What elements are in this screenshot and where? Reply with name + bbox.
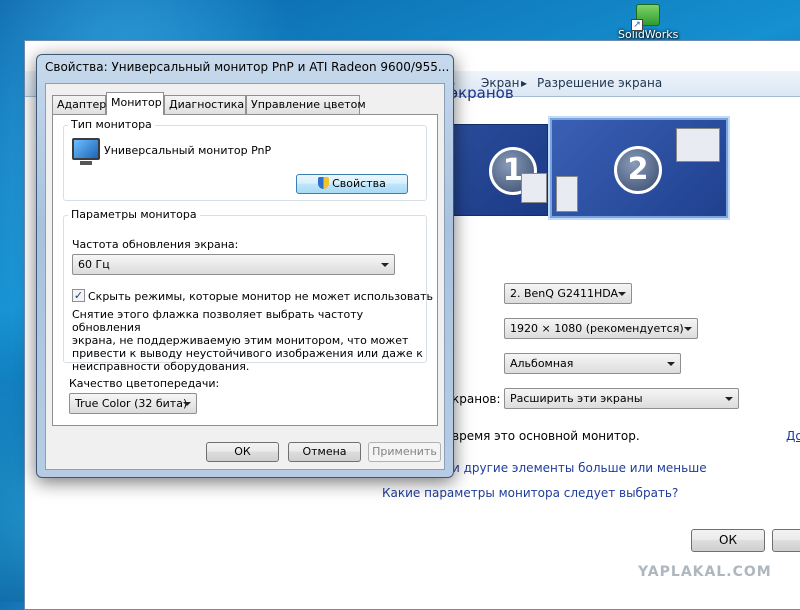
color-quality-label: Качество цветопередачи:: [69, 377, 220, 390]
display-select-value: 2. BenQ G2411HDA: [510, 287, 619, 300]
hide-modes-description: Снятие этого флажка позволяет выбрать ча…: [72, 308, 423, 373]
chevron-down-icon: [684, 327, 692, 331]
uac-shield-icon: [318, 177, 330, 189]
mini-window-icon: [556, 176, 578, 212]
shortcut-arrow-icon: ↗: [631, 19, 643, 31]
dialog-title: Свойства: Универсальный монитор PnP и AT…: [45, 60, 450, 74]
monitor-icon: [72, 138, 100, 165]
hide-modes-checkbox[interactable]: ✓: [72, 289, 85, 302]
cp-ok-button[interactable]: ОК: [691, 529, 765, 552]
monitor-params-group: Параметры монитора Частота обновления эк…: [63, 208, 433, 373]
monitor-2-number: 2: [614, 146, 662, 194]
main-monitor-text: время это основной монитор.: [452, 429, 640, 443]
resolution-select[interactable]: 1920 × 1080 (рекомендуется): [504, 318, 698, 339]
refresh-rate-value: 60 Гц: [78, 258, 110, 271]
tab-color-management[interactable]: Управление цветом: [246, 95, 366, 114]
monitor-name: Универсальный монитор PnP: [104, 144, 272, 157]
cancel-button[interactable]: Отмена: [288, 442, 361, 462]
desktop-shortcut-solidworks[interactable]: ↗ SolidWorks: [618, 0, 678, 41]
refresh-rate-label: Частота обновления экрана:: [72, 238, 239, 251]
color-quality-select[interactable]: True Color (32 бита): [69, 393, 197, 414]
tab-monitor[interactable]: Монитор: [106, 92, 164, 115]
orientation-select[interactable]: Альбомная: [504, 353, 681, 374]
apply-button[interactable]: Применить: [368, 442, 441, 462]
breadcrumb-separator: ▸: [521, 76, 528, 90]
chevron-down-icon: [667, 362, 675, 366]
which-params-link[interactable]: Какие параметры монитора следует выбрать…: [382, 486, 678, 500]
solidworks-icon: ↗: [631, 4, 660, 31]
resolution-select-value: 1920 × 1080 (рекомендуется): [510, 322, 684, 335]
properties-button-label: Свойства: [332, 177, 386, 190]
ok-button[interactable]: ОК: [206, 442, 279, 462]
group-title: Параметры монитора: [68, 208, 200, 221]
advanced-settings-link[interactable]: До: [786, 429, 800, 443]
monitor-arrangement: 1 2: [432, 118, 732, 222]
hide-modes-label[interactable]: Скрыть режимы, которые монитор не может …: [88, 290, 433, 303]
monitor-2-tile[interactable]: 2: [550, 118, 728, 218]
multi-display-select[interactable]: Расширить эти экраны: [504, 388, 739, 409]
monitor-properties-dialog: Свойства: Универсальный монитор PnP и AT…: [36, 54, 454, 478]
multi-display-select-value: Расширить эти экраны: [510, 392, 643, 405]
group-title: Тип монитора: [68, 118, 155, 131]
tab-adapter[interactable]: Адаптер: [52, 95, 106, 114]
cp-cancel-button[interactable]: [772, 529, 800, 552]
dialog-body: Адаптер Монитор Диагностика Управление ц…: [45, 83, 445, 470]
properties-button[interactable]: Свойства: [296, 174, 408, 194]
display-select[interactable]: 2. BenQ G2411HDA: [504, 283, 632, 304]
refresh-rate-select[interactable]: 60 Гц: [72, 254, 395, 275]
text-size-link[interactable]: и другие элементы больше или меньше: [452, 461, 707, 475]
chevron-down-icon: [725, 397, 733, 401]
tab-diagnostics[interactable]: Диагностика: [164, 95, 246, 114]
chevron-down-icon: [183, 402, 191, 406]
orientation-select-value: Альбомная: [510, 357, 574, 370]
breadcrumb-resolution[interactable]: Разрешение экрана: [537, 76, 662, 90]
mini-window-icon: [521, 173, 547, 203]
chevron-down-icon: [381, 263, 389, 267]
mini-window-icon: [676, 128, 720, 162]
color-quality-value: True Color (32 бита): [75, 397, 188, 410]
chevron-down-icon: [618, 292, 626, 296]
monitor-type-group: Тип монитора Универсальный монитор PnP С…: [63, 118, 427, 201]
multi-display-label: кранов:: [452, 392, 501, 406]
watermark-text: YAPLAKAL.COM: [638, 564, 772, 580]
monitor-tab-panel: Тип монитора Универсальный монитор PnP С…: [52, 114, 438, 426]
